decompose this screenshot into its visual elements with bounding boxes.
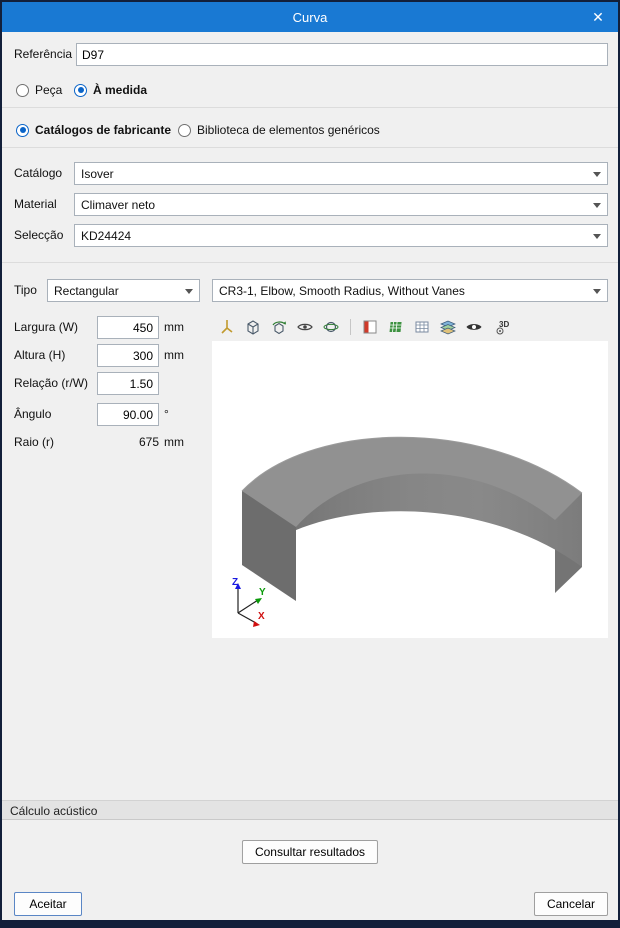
material-select[interactable]: Climaver neto [74, 193, 608, 216]
accept-button[interactable]: Aceitar [14, 892, 82, 916]
eye-icon[interactable] [294, 317, 316, 337]
chevron-down-icon [593, 289, 601, 294]
material-value: Climaver neto [81, 197, 156, 212]
width-input[interactable] [97, 316, 159, 339]
width-label: Largura (W) [14, 320, 79, 334]
chevron-down-icon [185, 289, 193, 294]
source-option-catalogos[interactable]: Catálogos de fabricante [16, 121, 171, 139]
model-value: CR3-1, Elbow, Smooth Radius, Without Van… [219, 283, 465, 298]
viewer-toolbar: 3D [212, 314, 608, 340]
cube-orbit-icon[interactable] [268, 317, 290, 337]
reference-label: Referência [14, 47, 73, 61]
radio-selected-icon[interactable] [16, 123, 29, 137]
axis-z-label: Z [232, 577, 238, 588]
mode-option-label: À medida [93, 83, 148, 97]
catalog-value: Isover [81, 166, 114, 181]
model-select[interactable]: CR3-1, Elbow, Smooth Radius, Without Van… [212, 279, 608, 302]
radius-label: Raio (r) [14, 435, 55, 449]
mode-option-a-medida[interactable]: À medida [74, 81, 147, 99]
viewer-canvas[interactable]: Z Y X [212, 341, 608, 638]
chevron-down-icon [593, 172, 601, 177]
axis-x-label: X [258, 611, 265, 622]
radius-value: 675 [138, 435, 159, 449]
ratio-input[interactable] [97, 372, 159, 395]
source-option-label: Catálogos de fabricante [35, 123, 172, 137]
titlebar[interactable]: Curva ✕ [2, 2, 618, 32]
angle-input[interactable] [97, 403, 159, 426]
ground-plane-icon[interactable] [385, 317, 407, 337]
radio-selected-icon[interactable] [74, 83, 87, 97]
layers-icon[interactable] [437, 317, 459, 337]
reference-input[interactable] [76, 43, 608, 66]
separator [2, 262, 618, 263]
separator [2, 107, 618, 108]
angle-label: Ângulo [14, 407, 52, 421]
selection-label: Selecção [14, 228, 64, 242]
ratio-label: Relação (r/W) [14, 376, 89, 390]
mode-option-label: Peça [35, 83, 63, 97]
radius-unit: mm [164, 435, 184, 449]
cube-view-icon[interactable] [242, 317, 264, 337]
toolbar-separator [350, 319, 351, 335]
type-label: Tipo [14, 283, 37, 297]
material-label: Material [14, 197, 57, 211]
source-option-biblioteca[interactable]: Biblioteca de elementos genéricos [178, 121, 380, 139]
height-input[interactable] [97, 344, 159, 367]
type-value: Rectangular [54, 283, 119, 298]
curve-dialog: Curva ✕ Referência Peça À medida Catálog… [0, 0, 620, 928]
window-title: Curva [292, 9, 328, 25]
visibility-bold-icon[interactable] [463, 317, 485, 337]
angle-unit: ° [164, 407, 169, 421]
type-select[interactable]: Rectangular [47, 279, 200, 302]
chevron-down-icon [593, 234, 601, 239]
width-unit: mm [164, 320, 184, 334]
consult-results-button[interactable]: Consultar resultados [241, 840, 379, 864]
height-label: Altura (H) [14, 348, 66, 362]
mode-option-peca[interactable]: Peça [16, 81, 62, 99]
radio-icon[interactable] [178, 123, 191, 137]
3d-config-icon[interactable]: 3D [493, 317, 515, 337]
chevron-down-icon [593, 203, 601, 208]
close-icon[interactable]: ✕ [578, 2, 618, 32]
cancel-button[interactable]: Cancelar [533, 892, 608, 916]
separator [2, 147, 618, 148]
selection-select[interactable]: KD24424 [74, 224, 608, 247]
axes-icon[interactable] [216, 317, 238, 337]
source-option-label: Biblioteca de elementos genéricos [197, 123, 380, 137]
height-unit: mm [164, 348, 184, 362]
grid-icon[interactable] [411, 317, 433, 337]
catalog-select[interactable]: Isover [74, 162, 608, 185]
catalog-label: Catálogo [14, 166, 63, 180]
axis-y-label: Y [259, 587, 266, 598]
acoustic-section-header: Cálculo acústico [2, 800, 618, 820]
radio-icon[interactable] [16, 83, 29, 97]
section-colors-icon[interactable] [359, 317, 381, 337]
selection-value: KD24424 [81, 228, 132, 243]
axis-triad: Z Y X [218, 573, 274, 632]
orbit-icon[interactable] [320, 317, 342, 337]
